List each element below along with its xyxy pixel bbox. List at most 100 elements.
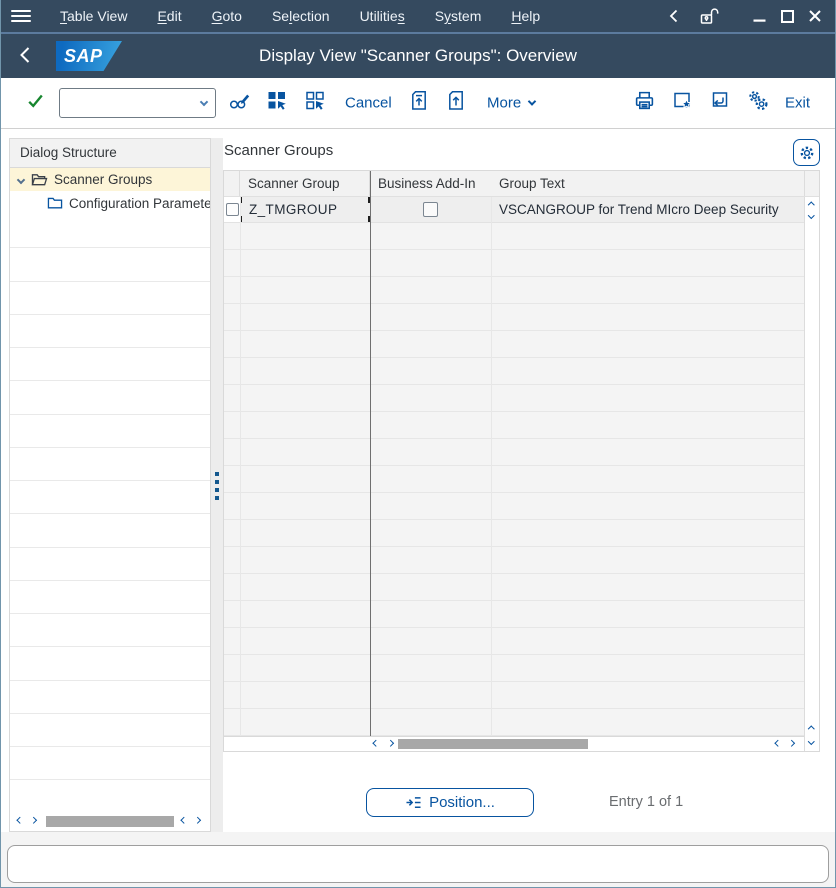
dialog-structure-panel: Dialog Structure Scanner Groups Configur… <box>9 138 211 832</box>
status-strip <box>1 832 835 888</box>
tree-expanded-icon[interactable] <box>17 175 25 183</box>
display-change-icon[interactable] <box>229 90 250 116</box>
business-add-in-checkbox[interactable] <box>423 202 438 217</box>
empty-row <box>224 304 819 331</box>
empty-row <box>224 412 819 439</box>
menu-help[interactable]: Help <box>496 8 555 24</box>
close-icon[interactable] <box>801 0 829 32</box>
column-header-business-add-in[interactable]: Business Add-In <box>370 171 491 196</box>
empty-row <box>10 747 210 780</box>
command-field[interactable] <box>59 88 216 118</box>
tree-empty-area <box>10 215 210 814</box>
page-title: Display View "Scanner Groups": Overview <box>1 34 835 78</box>
column-divider <box>240 197 241 736</box>
hamburger-icon[interactable] <box>11 10 31 22</box>
tree-node-scanner-groups[interactable]: Scanner Groups <box>10 168 210 191</box>
tree-node-label: Configuration Paramete <box>69 196 210 211</box>
empty-row <box>10 282 210 315</box>
print-icon[interactable] <box>634 90 655 116</box>
position-button[interactable]: Position... <box>366 788 534 817</box>
titlebar: Display View "Scanner Groups": Overview … <box>1 34 835 78</box>
focus-corner <box>362 216 370 222</box>
panel-splitter[interactable] <box>211 138 223 832</box>
empty-row <box>10 647 210 680</box>
services-icon[interactable] <box>747 90 769 117</box>
settings-gear-icon[interactable] <box>793 139 820 166</box>
ok-check-icon[interactable] <box>26 92 45 115</box>
scrollbar-thumb[interactable] <box>398 739 588 749</box>
table-empty-area <box>224 223 819 736</box>
empty-row <box>10 714 210 747</box>
scroll-right-icon[interactable] <box>194 817 200 823</box>
table-vertical-scrollbar <box>804 197 819 751</box>
scroll-down-icon[interactable] <box>808 738 814 744</box>
new-session-icon[interactable] <box>709 90 730 116</box>
menu-edit[interactable]: Edit <box>142 8 196 24</box>
main-area: Scanner Groups Scanner Group Business Ad… <box>223 129 820 888</box>
chevron-left-icon[interactable] <box>659 0 687 32</box>
scanner-group-cell[interactable]: Z_TMGROUP <box>240 197 370 222</box>
group-text-value: VSCANGROUP for Trend MIcro Deep Security <box>499 202 779 217</box>
select-all-icon[interactable] <box>267 91 287 116</box>
empty-row <box>224 547 819 574</box>
page-up-icon[interactable] <box>446 90 466 116</box>
select-column-header[interactable] <box>224 171 240 196</box>
column-header-scanner-group[interactable]: Scanner Group <box>240 171 370 196</box>
scroll-right-icon[interactable] <box>387 740 393 746</box>
scrollbar-thumb[interactable] <box>46 816 174 827</box>
empty-row <box>224 466 819 493</box>
scanner-groups-table: Scanner Group Business Add-In Group Text… <box>223 170 820 752</box>
menu-table-view[interactable]: Table View <box>45 8 142 24</box>
minimize-icon[interactable] <box>745 0 773 32</box>
sap-gui-window: Table ViewEditGotoSelectionUtilitiesSyst… <box>0 0 836 888</box>
empty-row <box>224 709 819 736</box>
maximize-icon[interactable] <box>773 0 801 32</box>
scroll-up-icon[interactable] <box>808 726 814 732</box>
menu-utilities[interactable]: Utilities <box>345 8 420 24</box>
scroll-down-icon[interactable] <box>808 212 814 218</box>
empty-row <box>224 358 819 385</box>
page-top-icon[interactable] <box>409 90 429 116</box>
group-text-cell[interactable]: VSCANGROUP for Trend MIcro Deep Security <box>491 197 804 222</box>
empty-row <box>224 520 819 547</box>
empty-row <box>224 250 819 277</box>
more-chevron-icon <box>528 97 536 105</box>
deselect-all-icon[interactable] <box>305 91 325 116</box>
empty-row <box>10 348 210 381</box>
scroll-left-icon[interactable] <box>775 740 781 746</box>
empty-row <box>224 601 819 628</box>
folder-closed-icon <box>47 196 63 210</box>
scroll-left-icon[interactable] <box>373 740 379 746</box>
empty-row <box>224 574 819 601</box>
focus-corner <box>362 197 370 203</box>
column-header-group-text[interactable]: Group Text <box>491 171 804 196</box>
more-button[interactable]: More <box>487 95 535 112</box>
scroll-right-icon[interactable] <box>30 817 36 823</box>
tree-node-configuration-parameters[interactable]: Configuration Paramete <box>10 191 210 215</box>
empty-row <box>10 514 210 547</box>
empty-row <box>10 548 210 581</box>
shortcut-icon[interactable] <box>672 90 693 116</box>
position-button-label: Position... <box>429 794 495 811</box>
empty-row <box>224 277 819 304</box>
unlock-icon[interactable] <box>695 0 723 32</box>
splitter-grip-icon[interactable] <box>215 472 219 500</box>
empty-row <box>224 655 819 682</box>
scroll-left-icon[interactable] <box>181 817 187 823</box>
menu-system[interactable]: System <box>420 8 497 24</box>
scroll-left-icon[interactable] <box>17 817 23 823</box>
menubar-menus: Table ViewEditGotoSelectionUtilitiesSyst… <box>45 8 555 24</box>
cancel-button[interactable]: Cancel <box>345 95 392 112</box>
folder-open-icon <box>31 172 48 187</box>
row-select-checkbox[interactable] <box>226 203 239 216</box>
empty-row <box>224 628 819 655</box>
position-icon <box>405 795 422 810</box>
scroll-up-icon[interactable] <box>808 202 814 208</box>
empty-row <box>224 439 819 466</box>
column-divider-dark[interactable] <box>370 171 371 736</box>
empty-row <box>10 381 210 414</box>
menu-selection[interactable]: Selection <box>257 8 345 24</box>
scroll-right-icon[interactable] <box>788 740 794 746</box>
exit-button[interactable]: Exit <box>785 95 810 112</box>
menu-goto[interactable]: Goto <box>197 8 257 24</box>
